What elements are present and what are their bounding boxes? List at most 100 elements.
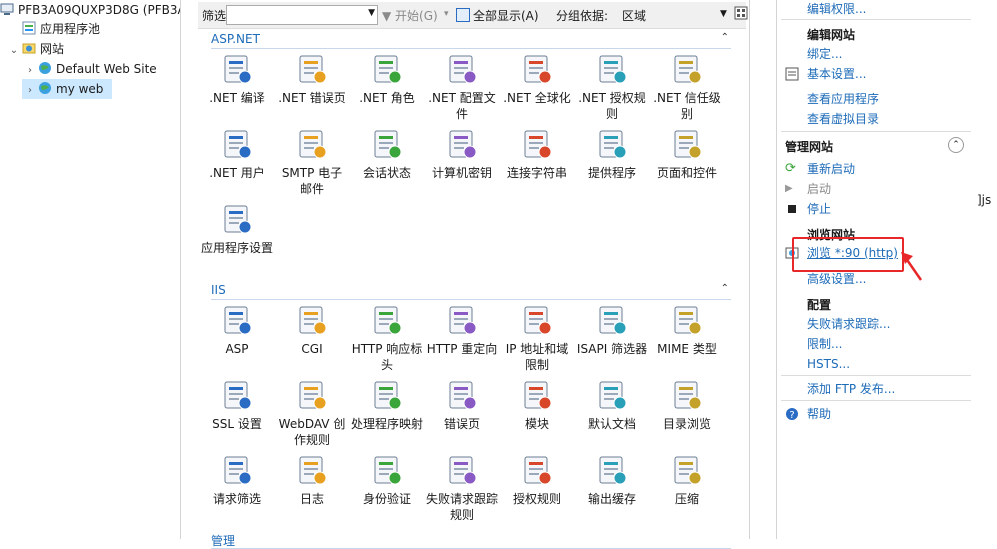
collapse-chevron-icon[interactable]: ⌃	[721, 32, 729, 43]
feature-item[interactable]: .NET 授权规则	[576, 52, 648, 122]
feature-item[interactable]: 身份验证	[351, 453, 423, 507]
feature-icon	[295, 453, 329, 487]
feature-item[interactable]: 连接字符串	[501, 127, 573, 181]
feature-item[interactable]: 请求筛选	[201, 453, 273, 507]
feature-item[interactable]: ASP	[201, 303, 273, 357]
feature-icon	[520, 303, 554, 337]
feature-item[interactable]: 计算机密钥	[426, 127, 498, 181]
feature-icon	[595, 378, 629, 412]
add-ftp-link[interactable]: 添加 FTP 发布...	[807, 379, 895, 399]
view-mode-icon[interactable]	[734, 6, 748, 23]
tree-site-default[interactable]: › Default Web Site	[22, 59, 157, 79]
feature-item[interactable]: .NET 配置文件	[426, 52, 498, 122]
expanded-chevron-icon[interactable]: ⌄	[6, 41, 22, 61]
start-filter-button[interactable]: ▼ 开始(G)	[382, 7, 438, 24]
feature-item[interactable]: IP 地址和域限制	[501, 303, 573, 373]
globe-icon	[38, 81, 52, 95]
feature-item[interactable]: HTTP 响应标头	[351, 303, 423, 373]
filter-input[interactable]: ▼	[226, 5, 378, 25]
dropdown-arrow-icon[interactable]: ▼	[368, 8, 375, 18]
feature-label: 默认文档	[587, 417, 636, 431]
group-by-select[interactable]: 区域	[622, 7, 646, 24]
feature-label: 目录浏览	[662, 417, 711, 431]
section-management[interactable]: 管理	[211, 532, 731, 549]
feature-item[interactable]: 失败请求跟踪规则	[426, 453, 498, 523]
feature-label: CGI	[301, 342, 323, 356]
feature-item[interactable]: ISAPI 筛选器	[576, 303, 648, 357]
view-vdirs-link[interactable]: 查看虚拟目录	[807, 109, 879, 129]
start-dropdown-icon[interactable]: ▾	[444, 9, 449, 19]
feature-icon	[220, 202, 254, 236]
view-apps-link[interactable]: 查看应用程序	[807, 89, 879, 109]
restart-link[interactable]: 重新启动	[807, 159, 855, 179]
feature-item[interactable]: .NET 用户	[201, 127, 273, 181]
bindings-link[interactable]: 绑定...	[807, 44, 842, 64]
feature-item[interactable]: HTTP 重定向	[426, 303, 498, 357]
advanced-settings-link[interactable]: 高级设置...	[807, 269, 866, 289]
feature-label: 日志	[299, 492, 324, 506]
feature-item[interactable]: 输出缓存	[576, 453, 648, 507]
feature-item[interactable]: 授权规则	[501, 453, 573, 507]
feature-label: .NET 全球化	[503, 91, 571, 105]
collapse-section-icon[interactable]: ⌃	[948, 137, 964, 153]
feature-item[interactable]: 页面和控件	[651, 127, 723, 181]
tree-server-node[interactable]: PFB3A09QUXP3D8G (PFB3A	[0, 0, 180, 20]
collapsed-chevron-icon[interactable]: ›	[22, 81, 38, 101]
feature-item[interactable]: .NET 编译	[201, 52, 273, 106]
feature-icon	[220, 378, 254, 412]
feature-item[interactable]: SSL 设置	[201, 378, 273, 432]
failed-request-tracing-link[interactable]: 失败请求跟踪...	[807, 314, 890, 334]
feature-item[interactable]: .NET 角色	[351, 52, 423, 106]
start-link: 启动	[807, 182, 832, 196]
feature-item[interactable]: 模块	[501, 378, 573, 432]
tree-sites[interactable]: ⌄ 网站	[6, 39, 64, 59]
feature-item[interactable]: SMTP 电子邮件	[276, 127, 348, 197]
feature-item[interactable]: .NET 错误页	[276, 52, 348, 106]
feature-item[interactable]: 默认文档	[576, 378, 648, 432]
feature-icon	[220, 127, 254, 161]
feature-item[interactable]: 目录浏览	[651, 378, 723, 432]
filter-toolbar: 筛选: ▼ ▼ 开始(G) ▾ 全部显示(A) 分组依据: 区域 ▼	[198, 2, 748, 29]
feature-item[interactable]: .NET 全球化	[501, 52, 573, 106]
feature-item[interactable]: 会话状态	[351, 127, 423, 181]
help-link[interactable]: 帮助	[807, 404, 831, 424]
feature-icon	[370, 52, 404, 86]
basic-settings-link[interactable]: 基本设置...	[807, 64, 866, 84]
feature-icon	[520, 127, 554, 161]
feature-icon	[220, 52, 254, 86]
feature-item[interactable]: 日志	[276, 453, 348, 507]
show-all-button[interactable]: 全部显示(A)	[456, 7, 539, 24]
feature-label: 页面和控件	[656, 166, 717, 180]
collapsed-chevron-icon[interactable]: ›	[22, 61, 38, 81]
tree-app-pools[interactable]: 应用程序池	[22, 19, 100, 39]
feature-item[interactable]: CGI	[276, 303, 348, 357]
feature-icon	[445, 453, 479, 487]
feature-item[interactable]: 错误页	[426, 378, 498, 432]
feature-item[interactable]: WebDAV 创作规则	[276, 378, 348, 448]
tree-site-myweb[interactable]: › my web	[22, 79, 112, 99]
limits-link[interactable]: 限制...	[807, 334, 842, 354]
section-iis[interactable]: IIS ⌃	[211, 283, 731, 300]
feature-label: 授权规则	[512, 492, 561, 506]
feature-item[interactable]: 应用程序设置	[201, 202, 273, 256]
feature-label: .NET 授权规则	[578, 91, 646, 121]
red-arrow-icon	[901, 252, 923, 281]
stop-link[interactable]: 停止	[807, 199, 831, 219]
section-aspnet[interactable]: ASP.NET ⌃	[211, 32, 731, 49]
feature-label: ISAPI 筛选器	[576, 342, 648, 356]
feature-item[interactable]: 提供程序	[576, 127, 648, 181]
features-view: 筛选: ▼ ▼ 开始(G) ▾ 全部显示(A) 分组依据: 区域 ▼ ASP.N…	[181, 0, 930, 549]
collapse-chevron-icon[interactable]: ⌃	[721, 283, 729, 294]
server-icon	[0, 2, 14, 16]
feature-item[interactable]: MIME 类型	[651, 303, 723, 357]
feature-icon	[670, 378, 704, 412]
feature-item[interactable]: .NET 信任级别	[651, 52, 723, 122]
group-by-dropdown-icon[interactable]: ▼	[720, 9, 727, 19]
edit-permissions-link[interactable]: 编辑权限...	[807, 0, 866, 19]
feature-label: 输出缓存	[587, 492, 636, 506]
hsts-link[interactable]: HSTS...	[807, 354, 850, 374]
divider	[781, 400, 971, 401]
feature-item[interactable]: 压缩	[651, 453, 723, 507]
svg-text:?: ?	[789, 410, 794, 421]
feature-item[interactable]: 处理程序映射	[351, 378, 423, 432]
